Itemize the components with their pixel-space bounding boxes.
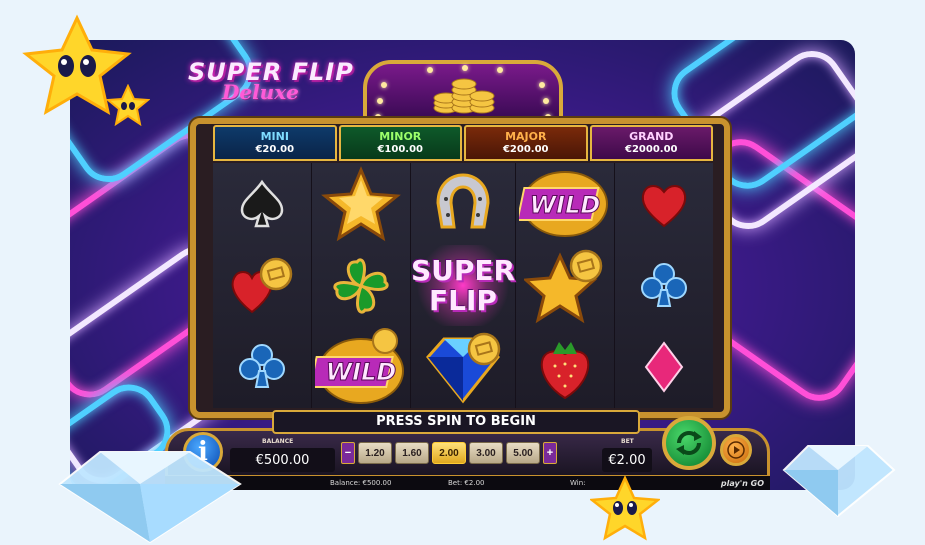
bet-option[interactable]: 3.00 [469,442,503,464]
game-logo: SUPER FLIP Deluxe [188,58,378,106]
flip-text: FLIP [429,283,497,317]
reel-cell [213,245,311,327]
clover-icon [333,257,389,314]
reel-cell: SUPER FLIP [410,244,516,327]
reel-grid: WILD SUPER FLIP WILD [213,163,713,408]
spin-button[interactable] [662,416,716,470]
jackpot-label: MINOR [379,130,422,143]
wild-icon: WILD [519,170,609,237]
reel-cell [615,245,713,327]
spade-icon [240,179,284,228]
wild-coin-icon: WILD [314,328,404,405]
jackpot-grand: GRAND €2000.00 [589,125,713,161]
jackpot-value: €200.00 [502,144,549,155]
star-coin-icon [524,249,603,323]
strawberry-icon [540,342,590,400]
coin-stack-icon [433,78,495,114]
super-text: SUPER [410,253,516,287]
jackpot-bar: MINI €20.00 MINOR €100.00 MAJOR €200.00 … [213,125,713,161]
bet-increase-button[interactable]: + [543,442,557,464]
star-mascot-icon [590,476,660,541]
jackpot-label: MAJOR [505,130,547,143]
super-flip-symbol: SUPER FLIP [410,253,516,317]
reel-1 [213,163,312,408]
status-win: Win: [570,479,586,487]
reel-4: WILD [516,163,616,408]
game-message: PRESS SPIN TO BEGIN [272,410,640,434]
club-icon [238,344,285,389]
reel-cell [615,163,713,245]
autoplay-button[interactable] [720,434,752,466]
reel-cell [312,163,410,245]
bet-option[interactable]: 1.20 [358,442,392,464]
reel-cell [312,245,410,327]
spin-arrows-icon [676,431,702,455]
heart-icon [641,184,687,228]
jackpot-label: GRAND [629,130,674,143]
reel-3: SUPER FLIP [410,163,517,408]
status-balance: Balance: €500.00 [330,479,392,487]
star-icon [321,165,401,242]
bet-selector: − 1.20 1.60 2.00 3.00 5.00 + [341,442,557,464]
star-mascot-icon [106,84,150,126]
reel-cell [615,326,713,408]
jackpot-major: MAJOR €200.00 [464,125,588,161]
reel-cell [411,163,515,245]
jackpot-label: MINI [260,130,289,143]
heart-coin-icon [231,257,293,313]
play-icon [727,441,745,459]
reel-cell [411,326,515,408]
bet-option[interactable]: 5.00 [506,442,540,464]
jackpot-value: €2000.00 [624,144,678,155]
jackpot-mini: MINI €20.00 [213,125,337,161]
wild-text: WILD [530,191,601,219]
crystal-gem-icon [782,445,896,518]
club-icon [641,262,688,307]
diamond-coin-icon [426,332,501,404]
reel-5 [615,163,713,408]
bet-option-selected[interactable]: 2.00 [432,442,466,464]
diamond-icon [644,341,684,393]
reel-cell [516,245,614,327]
provider-logo: play'n GO [720,479,764,488]
reel-cell [213,163,311,245]
bet-option[interactable]: 1.60 [395,442,429,464]
horseshoe-icon [436,173,490,229]
reel-2: WILD [311,163,411,408]
jackpot-value: €20.00 [255,144,295,155]
bet-value: €2.00 [602,448,652,472]
reel-cell: WILD [312,326,410,408]
status-bet: Bet: €2.00 [448,479,485,487]
bet-decrease-button[interactable]: − [341,442,355,464]
crystal-gem-icon [58,451,242,544]
wild-text: WILD [326,358,397,386]
reel-cell: WILD [516,163,614,245]
coin-topper [363,60,563,122]
jackpot-value: €100.00 [377,144,424,155]
status-bar: Balance: €500.00 Bet: €2.00 Win: play'n … [165,476,770,490]
reel-cell [516,326,614,408]
reel-cell [213,326,311,408]
jackpot-minor: MINOR €100.00 [338,125,462,161]
balance-label: BALANCE [262,438,294,445]
bet-label: BET [621,438,634,445]
